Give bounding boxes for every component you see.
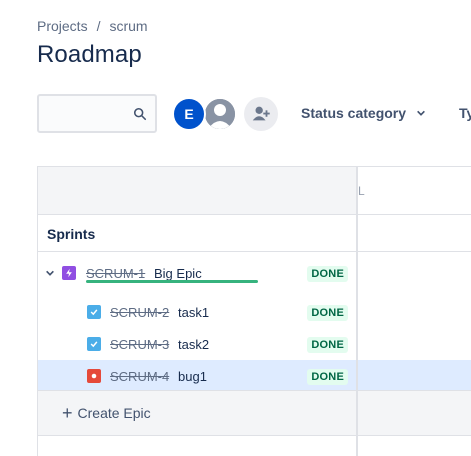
create-epic-row-timeline — [358, 390, 471, 436]
issue-key[interactable]: SCRUM-2 — [110, 305, 169, 320]
status-badge: DONE — [307, 266, 348, 282]
search-input[interactable] — [45, 104, 129, 124]
status-category-label: Status category — [301, 105, 407, 121]
sprints-row: Sprints — [38, 216, 471, 252]
status-badge: DONE — [307, 337, 348, 353]
avatar-current-user[interactable]: E — [172, 97, 206, 131]
breadcrumb-projects-link[interactable]: Projects — [37, 18, 88, 34]
task-icon — [87, 337, 101, 351]
grid-header-left — [38, 167, 356, 215]
epic-progress-bar — [86, 280, 258, 283]
add-person-icon — [252, 106, 270, 121]
type-filter-label: Ty — [459, 105, 471, 121]
user-icon — [205, 99, 235, 129]
epic-row[interactable]: SCRUM-1 Big Epic DONE — [38, 257, 471, 289]
type-filter[interactable]: Ty — [459, 105, 471, 121]
create-epic-button[interactable]: + Create Epic — [62, 403, 151, 423]
chevron-down-icon[interactable] — [45, 268, 55, 278]
task-icon — [87, 305, 101, 319]
avatar-user[interactable] — [203, 97, 237, 131]
status-badge: DONE — [307, 305, 348, 321]
column-divider[interactable] — [356, 167, 358, 456]
avatar-initial: E — [184, 106, 194, 122]
create-epic-label: Create Epic — [77, 405, 151, 421]
issue-key[interactable]: SCRUM-3 — [110, 337, 169, 352]
bug-icon — [87, 369, 101, 383]
breadcrumb: Projects / scrum — [37, 18, 148, 34]
chevron-down-icon — [417, 110, 425, 116]
issue-key[interactable]: SCRUM-4 — [110, 369, 169, 384]
issue-row[interactable]: SCRUM-2 task1 DONE — [38, 296, 471, 328]
status-category-filter[interactable]: Status category — [301, 105, 426, 121]
issue-key[interactable]: SCRUM-1 — [86, 266, 145, 281]
search-field[interactable] — [37, 94, 157, 133]
timeline-header: L — [358, 167, 471, 215]
issue-row[interactable]: SCRUM-3 task2 DONE — [38, 328, 471, 360]
timeline-month-label: L — [358, 184, 365, 198]
create-epic-row: + Create Epic — [38, 390, 356, 436]
sprints-label: Sprints — [47, 226, 96, 242]
breadcrumb-separator: / — [96, 18, 101, 34]
status-badge: DONE — [307, 369, 348, 385]
add-people-button[interactable] — [244, 97, 278, 131]
plus-icon: + — [62, 403, 73, 423]
search-icon — [133, 107, 147, 121]
issue-row-selected[interactable]: SCRUM-4 bug1 DONE — [38, 360, 471, 392]
epic-icon — [62, 266, 76, 280]
issue-summary[interactable]: bug1 — [178, 369, 207, 384]
roadmap-grid: L Sprints SCRUM-1 Big Epic DONE SCRUM-2 … — [37, 166, 471, 456]
issue-summary[interactable]: Big Epic — [154, 266, 202, 281]
issue-summary[interactable]: task2 — [178, 337, 209, 352]
breadcrumb-project-link[interactable]: scrum — [109, 18, 147, 34]
page-title: Roadmap — [37, 41, 142, 68]
issue-summary[interactable]: task1 — [178, 305, 209, 320]
